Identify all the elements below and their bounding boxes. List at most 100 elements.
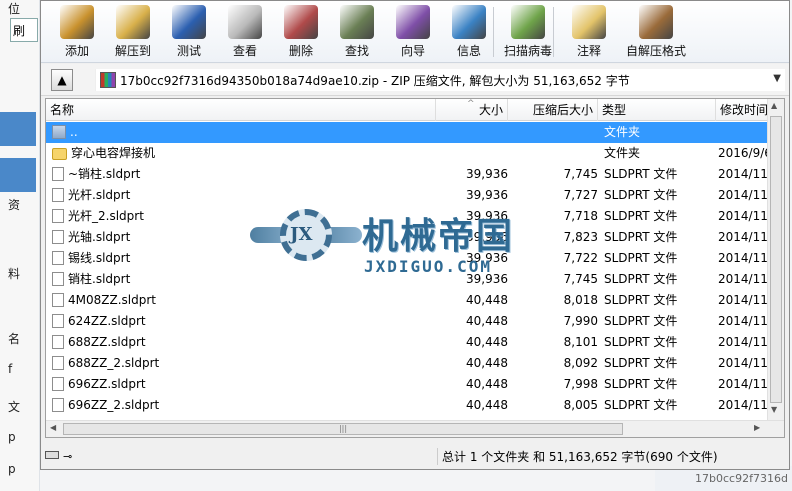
row-packed-size: 7,990	[563, 314, 598, 328]
vertical-scroll-thumb[interactable]	[770, 116, 782, 403]
find-icon	[340, 5, 374, 39]
toolbar: 添加 解压到 测试 查看 删除 查找 向导 信息 扫描病毒 注释 自解压格式	[41, 1, 789, 63]
row-name: 688ZZ.sldprt	[52, 332, 432, 353]
row-name-text: 624ZZ.sldprt	[68, 314, 146, 328]
toolbar-button-info[interactable]: 信息	[441, 3, 497, 61]
toolbar-button-label: 查找	[344, 44, 369, 58]
column-header-name[interactable]: 名称	[46, 99, 436, 121]
file-icon	[52, 272, 64, 286]
row-packed-size: 7,823	[563, 230, 598, 244]
row-packed-size	[508, 122, 598, 143]
background-highlight	[0, 158, 36, 192]
table-row[interactable]: 696ZZ.sldprt 40,448 7,998 SLDPRT 文件 2014/11,	[46, 374, 772, 395]
view-icon	[228, 5, 262, 39]
column-header-packed[interactable]: 压缩后大小	[508, 99, 598, 121]
status-bar: ⊸ 总计 1 个文件夹 和 51,163,652 字节(690 个文件)	[41, 443, 789, 469]
table-row[interactable]: 穿心电容焊接机 文件夹 2016/9/6	[46, 143, 772, 164]
table-row[interactable]: 光轴.sldprt 39,936 7,823 SLDPRT 文件 2014/11,	[46, 227, 772, 248]
table-row[interactable]: 4M08ZZ.sldprt 40,448 8,018 SLDPRT 文件 2014/11…	[46, 290, 772, 311]
address-field[interactable]: 17b0cc92f7316d94350b018a74d9ae10.zip - Z…	[95, 69, 785, 91]
row-name-text: 696ZZ_2.sldprt	[68, 398, 160, 412]
row-type: 文件夹	[604, 125, 641, 139]
row-type: SLDPRT 文件	[604, 167, 678, 181]
row-packed-size: 7,727	[563, 188, 598, 202]
row-name-text: 688ZZ.sldprt	[68, 335, 146, 349]
toolbar-button-label: 测试	[176, 44, 201, 58]
scroll-left-icon[interactable]: ◀	[50, 423, 56, 432]
row-name-text: 光杆.sldprt	[68, 188, 131, 202]
toolbar-button-label: 删除	[288, 44, 313, 58]
file-icon	[52, 314, 64, 328]
scroll-down-icon[interactable]: ▼	[771, 405, 777, 414]
zip-archive-icon	[100, 72, 116, 88]
toolbar-button-extract-to[interactable]: 解压到	[105, 3, 161, 61]
row-name: 696ZZ.sldprt	[52, 374, 432, 395]
sfx-icon	[639, 5, 673, 39]
scroll-right-icon[interactable]: ▶	[754, 423, 760, 432]
table-row[interactable]: 688ZZ.sldprt 40,448 8,101 SLDPRT 文件 2014/11,	[46, 332, 772, 353]
table-row[interactable]: 624ZZ.sldprt 40,448 7,990 SLDPRT 文件 2014/11,	[46, 311, 772, 332]
toolbar-button-comment[interactable]: 注释	[561, 3, 617, 61]
table-row[interactable]: 销柱.sldprt 39,936 7,745 SLDPRT 文件 2014/11,	[46, 269, 772, 290]
row-type: SLDPRT 文件	[604, 356, 678, 370]
table-row[interactable]: .. 文件夹	[46, 122, 768, 143]
up-arrow-icon: ▲	[57, 73, 67, 87]
toolbar-button-delete[interactable]: 删除	[273, 3, 329, 61]
file-icon	[52, 251, 64, 265]
table-row[interactable]: 光杆_2.sldprt 39,936 7,718 SLDPRT 文件 2014/11,	[46, 206, 772, 227]
row-size: 40,448	[466, 314, 508, 328]
column-header-size[interactable]: 大小	[436, 99, 508, 121]
status-summary: 总计 1 个文件夹 和 51,163,652 字节(690 个文件)	[437, 448, 718, 465]
file-icon	[52, 230, 64, 244]
virus-scan-icon	[511, 5, 545, 39]
background-sidebar: 位 刷 资 料 名 f 文 p p	[0, 0, 40, 491]
key-icon[interactable]: ⊸	[63, 450, 72, 463]
toolbar-button-label: 查看	[232, 44, 257, 58]
row-name-text: 688ZZ_2.sldprt	[68, 356, 160, 370]
file-icon	[52, 188, 64, 202]
row-size: 40,448	[466, 293, 508, 307]
drive-icon[interactable]	[45, 451, 59, 459]
toolbar-button-sfx[interactable]: 自解压格式	[619, 3, 693, 61]
row-name-text: 锡线.sldprt	[68, 251, 131, 265]
up-folder-button[interactable]: ▲	[51, 69, 73, 91]
toolbar-button-test[interactable]: 测试	[161, 3, 217, 61]
row-name: 696ZZ_2.sldprt	[52, 395, 432, 416]
row-size: 40,448	[466, 398, 508, 412]
row-name: 穿心电容焊接机	[52, 143, 432, 164]
row-packed-size: 8,018	[563, 293, 598, 307]
background-label: 文	[8, 400, 21, 414]
row-size: 40,448	[466, 377, 508, 391]
horizontal-scrollbar[interactable]: ◀ ||| ▶	[46, 420, 784, 437]
row-size	[436, 122, 508, 143]
toolbar-button-virus-scan[interactable]: 扫描病毒	[499, 3, 557, 61]
dropdown-arrow-icon[interactable]: ▼	[773, 73, 781, 84]
row-type: SLDPRT 文件	[604, 230, 678, 244]
table-row[interactable]: 锡线.sldprt 39,936 7,722 SLDPRT 文件 2014/11,	[46, 248, 772, 269]
toolbar-button-view[interactable]: 查看	[217, 3, 273, 61]
row-type: SLDPRT 文件	[604, 293, 678, 307]
row-name-text: ~销柱.sldprt	[68, 167, 141, 181]
toolbar-button-wizard[interactable]: 向导	[385, 3, 441, 61]
row-name: 销柱.sldprt	[52, 269, 432, 290]
toolbar-button-add-archive[interactable]: 添加	[49, 3, 105, 61]
table-row[interactable]: ~销柱.sldprt 39,936 7,745 SLDPRT 文件 2014/11,	[46, 164, 772, 185]
vertical-scrollbar[interactable]: ▲ ▼	[767, 99, 784, 421]
toolbar-button-label: 信息	[456, 44, 481, 58]
background-refresh-box[interactable]: 刷	[10, 18, 38, 42]
row-name: 688ZZ_2.sldprt	[52, 353, 432, 374]
column-header-modified[interactable]: 修改时间	[716, 99, 768, 121]
row-name: 光杆.sldprt	[52, 185, 432, 206]
row-packed-size: 7,745	[563, 272, 598, 286]
table-row[interactable]: 696ZZ_2.sldprt 40,448 8,005 SLDPRT 文件 2014/1…	[46, 395, 772, 416]
scroll-up-icon[interactable]: ▲	[771, 101, 777, 110]
table-row[interactable]: 688ZZ_2.sldprt 40,448 8,092 SLDPRT 文件 2014/1…	[46, 353, 772, 374]
table-row[interactable]: 光杆.sldprt 39,936 7,727 SLDPRT 文件 2014/11,	[46, 185, 772, 206]
parent-folder-icon	[52, 125, 66, 139]
list-header: 名称 ^ 大小 压缩后大小 类型 修改时间	[46, 99, 768, 121]
column-header-type[interactable]: 类型	[598, 99, 716, 121]
row-packed-size: 7,745	[563, 167, 598, 181]
row-name: ~销柱.sldprt	[52, 164, 432, 185]
toolbar-button-find[interactable]: 查找	[329, 3, 385, 61]
horizontal-scroll-thumb[interactable]: |||	[63, 423, 623, 435]
